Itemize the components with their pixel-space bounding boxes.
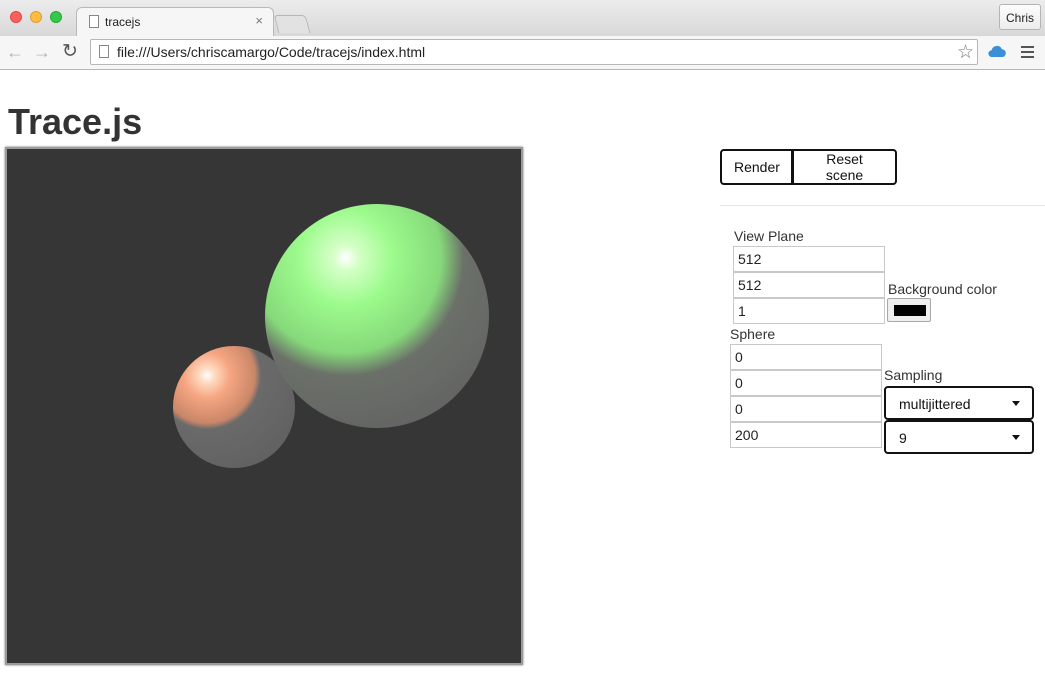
- view-plane-width-field[interactable]: [733, 246, 885, 272]
- divider: [720, 205, 1045, 206]
- sampling-method-select[interactable]: multijittered: [884, 386, 1034, 420]
- sampling-count-value: 9: [899, 430, 907, 446]
- cloud-icon[interactable]: [987, 45, 1007, 57]
- sampling-method-value: multijittered: [899, 396, 971, 412]
- reload-icon[interactable]: ↻: [62, 40, 78, 63]
- browser-tab[interactable]: tracejs ×: [76, 7, 274, 36]
- browser-toolbar: ← → ↻ file:///Users/chriscamargo/Code/tr…: [0, 36, 1045, 70]
- new-tab-button[interactable]: [273, 15, 311, 33]
- caret-down-icon: [1012, 435, 1020, 440]
- profile-button[interactable]: Chris: [999, 4, 1041, 30]
- background-color-picker[interactable]: [887, 298, 931, 322]
- sampling-count-select[interactable]: 9: [884, 420, 1034, 454]
- reset-scene-button[interactable]: Reset scene: [792, 149, 897, 185]
- green-sphere: [265, 204, 489, 428]
- address-bar[interactable]: file:///Users/chriscamargo/Code/tracejs/…: [90, 39, 978, 65]
- color-swatch-fill: [894, 305, 926, 316]
- sphere-x-field[interactable]: [730, 344, 882, 370]
- caret-down-icon: [1012, 401, 1020, 406]
- tab-title: tracejs: [105, 15, 141, 29]
- forward-arrow-icon[interactable]: →: [33, 42, 51, 63]
- tab-close-icon[interactable]: ×: [255, 13, 263, 28]
- document-icon: [89, 15, 99, 28]
- rendered-scene: [173, 204, 489, 468]
- sphere-label: Sphere: [730, 326, 776, 342]
- star-icon[interactable]: ☆: [957, 41, 974, 64]
- sphere-radius-field[interactable]: [730, 422, 882, 448]
- url-text[interactable]: file:///Users/chriscamargo/Code/tracejs/…: [117, 44, 425, 60]
- sphere-z-field[interactable]: [730, 396, 882, 422]
- back-arrow-icon[interactable]: ←: [6, 42, 24, 63]
- menu-icon[interactable]: [1021, 46, 1034, 61]
- sphere-y-field[interactable]: [730, 370, 882, 396]
- page-title: Trace.js: [8, 101, 143, 142]
- render-canvas: [5, 147, 523, 665]
- background-color-label: Background color: [888, 281, 997, 297]
- view-plane-label: View Plane: [734, 228, 804, 244]
- zoom-window-button[interactable]: [50, 11, 62, 23]
- minimize-window-button[interactable]: [30, 11, 42, 23]
- render-button[interactable]: Render: [720, 149, 793, 185]
- view-plane-height-field[interactable]: [733, 272, 885, 298]
- sampling-label: Sampling: [884, 367, 943, 383]
- action-buttons: Render Reset scene: [720, 149, 897, 185]
- browser-titlebar: tracejs × Chris: [0, 0, 1045, 36]
- document-icon: [99, 45, 109, 58]
- close-window-button[interactable]: [10, 11, 22, 23]
- view-plane-pixel-size-field[interactable]: [733, 298, 885, 324]
